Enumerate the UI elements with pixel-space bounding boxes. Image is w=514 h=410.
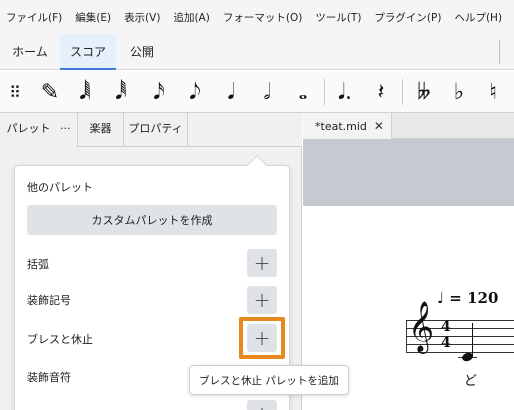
eighth-note-icon[interactable]: 𝅘𝅥𝅮 xyxy=(180,71,210,113)
time-signature-top[interactable]: 4 xyxy=(441,320,451,334)
tab-home[interactable]: ホーム xyxy=(0,34,60,70)
whole-note-icon[interactable]: 𝅝 xyxy=(288,71,318,113)
32nd-note-icon[interactable]: 𝅘𝅥𝅱 xyxy=(106,71,136,113)
score-canvas-background xyxy=(303,139,514,206)
menu-edit[interactable]: 編集(E) xyxy=(75,10,111,25)
16th-note-icon[interactable]: 𝅘𝅥𝅯 xyxy=(144,71,174,113)
natural-icon[interactable]: ♮ xyxy=(478,71,508,113)
time-signature-bottom[interactable]: 4 xyxy=(441,336,451,350)
tab-palettes-label: パレット xyxy=(6,122,51,135)
menu-format[interactable]: フォーマット(O) xyxy=(223,10,302,25)
quarter-note-icon[interactable]: 𝅘𝅥 xyxy=(216,71,246,113)
staff-barline xyxy=(406,320,407,353)
menu-bar: ファイル(F) 編集(E) 表示(V) 追加(A) フォーマット(O) ツール(… xyxy=(0,0,514,34)
palette-item-label: ブレスと休止 xyxy=(27,333,93,346)
tooltip: ブレスと休止 パレットを追加 xyxy=(189,365,349,395)
tab-instruments[interactable]: 楽器 xyxy=(78,113,124,147)
more-options-icon[interactable]: ··· xyxy=(60,122,71,135)
menu-add[interactable]: 追加(A) xyxy=(173,10,209,25)
staff-line xyxy=(407,352,514,353)
create-custom-palette-button[interactable]: カスタムパレットを作成 xyxy=(27,205,277,235)
divider xyxy=(324,79,325,105)
divider xyxy=(402,79,403,105)
note-stem xyxy=(472,323,474,357)
tab-publish[interactable]: 公開 xyxy=(116,34,168,70)
palette-item-label: 括弧 xyxy=(27,258,49,271)
palette-item-label: 装飾記号 xyxy=(27,294,71,307)
popup-title: 他のパレット xyxy=(27,181,93,194)
add-palette-button[interactable]: + xyxy=(247,400,277,410)
augmentation-dot-icon[interactable]: 𝅘𝅥. xyxy=(330,71,360,113)
score-tab-title: *teat.mid xyxy=(315,119,367,133)
tab-palettes[interactable]: パレット ··· xyxy=(0,113,78,147)
menu-tools[interactable]: ツール(T) xyxy=(315,10,361,25)
treble-clef-icon[interactable]: 𝄞 xyxy=(408,305,434,349)
palette-item-label: 装飾音符 xyxy=(27,371,71,384)
divider xyxy=(499,40,500,64)
panel-tabs: パレット ··· 楽器 プロパティ xyxy=(0,113,302,147)
tempo-marking[interactable]: ♩ = 120 xyxy=(437,289,498,307)
menu-help[interactable]: ヘルプ(H) xyxy=(454,10,502,25)
pencil-icon[interactable]: ✎ xyxy=(34,71,66,113)
tab-score[interactable]: スコア xyxy=(60,34,116,70)
keyboard-focus-ring xyxy=(239,317,285,359)
tab-properties[interactable]: プロパティ xyxy=(124,113,188,147)
flat-icon[interactable]: ♭ xyxy=(444,71,474,113)
menu-file[interactable]: ファイル(F) xyxy=(6,10,62,25)
workspace-tabs: ホーム スコア 公開 xyxy=(0,34,514,70)
half-note-icon[interactable]: 𝅗𝅥 xyxy=(252,71,282,113)
drag-handle-icon[interactable]: ⠿ xyxy=(4,71,26,113)
menu-view[interactable]: 表示(V) xyxy=(124,10,160,25)
double-flat-icon[interactable]: 𝄫 xyxy=(408,71,440,113)
close-icon[interactable]: ✕ xyxy=(374,119,384,133)
note-input-toolbar: ⠿ ✎ 𝅘𝅥𝅲 𝅘𝅥𝅱 𝅘𝅥𝅯 𝅘𝅥𝅮 𝅘𝅥 𝅗𝅥 𝅝 𝅘𝅥. 𝄽 𝄫 ♭ ♮ xyxy=(0,71,514,113)
score-tab-bar: *teat.mid ✕ xyxy=(303,113,514,139)
lyric-text[interactable]: ど xyxy=(464,370,477,389)
rest-icon[interactable]: 𝄽 xyxy=(366,71,396,113)
menu-plugins[interactable]: プラグイン(P) xyxy=(374,10,441,25)
64th-note-icon[interactable]: 𝅘𝅥𝅲 xyxy=(70,71,100,113)
add-palette-button[interactable]: + xyxy=(247,286,277,314)
score-tab[interactable]: *teat.mid ✕ xyxy=(303,113,392,139)
add-palette-button[interactable]: + xyxy=(247,249,277,277)
